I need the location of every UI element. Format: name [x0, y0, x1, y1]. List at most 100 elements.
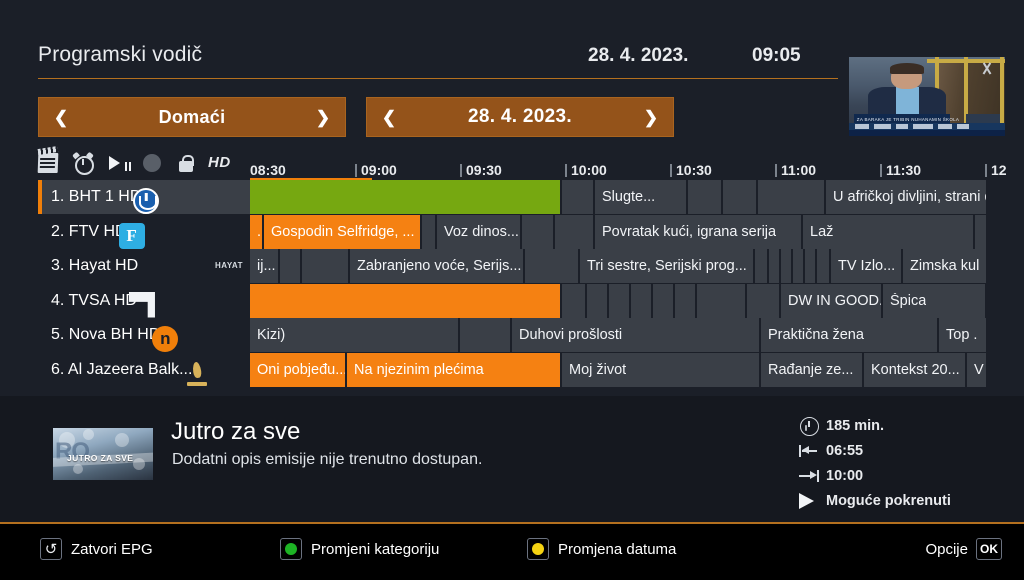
program-block[interactable]: [675, 283, 697, 318]
selection-accent-bar: [38, 249, 42, 283]
program-block[interactable]: [781, 249, 793, 283]
metadata-row: Moguće pokrenuti: [798, 488, 1024, 513]
program-block[interactable]: .: [250, 214, 264, 249]
channel-cell[interactable]: 6. Al Jazeera Balk...: [38, 353, 250, 387]
program-block[interactable]: [747, 283, 781, 318]
end-time-icon: [798, 466, 826, 486]
program-block[interactable]: Moj život: [562, 352, 761, 387]
program-block[interactable]: [769, 249, 781, 283]
program-block-title: Praktična žena: [768, 327, 864, 343]
grid-row: 2. FTV HD. Gospodin Selfridge, ... Voz din…: [38, 214, 1024, 249]
channel-cell[interactable]: 5. Nova BH HD: [38, 318, 250, 352]
grid-row: 6. Al Jazeera Balk... Oni pobjeđu... Na nj…: [38, 352, 1024, 387]
program-block[interactable]: [525, 249, 580, 283]
program-block[interactable]: [653, 283, 675, 318]
program-block[interactable]: Rađanje ze...: [761, 352, 864, 387]
thumb-title-overlay: JUTRO ZA SVE: [67, 453, 134, 463]
epg-screen: Programski vodič 28. 4. 2023. 09:05 ZA B…: [0, 0, 1024, 580]
program-block[interactable]: Voz dinos...: [437, 214, 522, 249]
program-block[interactable]: Oni pobjeđu...: [250, 352, 347, 387]
program-block-title: TV Izlo...: [838, 258, 896, 274]
arrow-head: [802, 446, 809, 454]
program-block[interactable]: Tri sestre, Serijski prog...: [580, 249, 755, 283]
preview-chip: [937, 124, 952, 130]
program-block[interactable]: [422, 214, 437, 249]
program-block[interactable]: [758, 180, 826, 214]
program-block[interactable]: [805, 249, 817, 283]
program-block[interactable]: [697, 283, 747, 318]
program-block[interactable]: [555, 214, 595, 249]
preview-person-hair: [889, 63, 924, 74]
channel-cell[interactable]: 1. BHT 1 HD: [38, 180, 250, 214]
program-block[interactable]: [817, 249, 831, 283]
program-block[interactable]: [755, 249, 769, 283]
timeline-tick: 10:30: [670, 162, 712, 178]
program-block[interactable]: [562, 283, 587, 318]
program-block[interactable]: [793, 249, 805, 283]
program-block-title: Gospodin Selfridge, ...: [271, 223, 415, 240]
program-block[interactable]: Laž: [803, 214, 975, 249]
channel-cell[interactable]: 2. FTV HD: [38, 215, 250, 249]
program-block[interactable]: Na njezinim plećima: [347, 352, 562, 387]
program-block[interactable]: [250, 180, 562, 214]
options-button[interactable]: Opcije: [925, 538, 1002, 560]
timeline-tick-mark: [985, 164, 987, 177]
thumb-bokeh: [115, 433, 129, 447]
program-block[interactable]: [562, 180, 595, 214]
change-date-button[interactable]: Promjena datuma: [527, 538, 676, 560]
hd-badge: HD: [208, 154, 231, 171]
program-title: Jutro za sve: [171, 418, 301, 445]
channel-cell[interactable]: 3. Hayat HD HAYAT: [38, 249, 250, 283]
preview-strip-lower: [849, 129, 1005, 136]
program-block[interactable]: [522, 214, 555, 249]
program-block[interactable]: [250, 283, 562, 318]
program-block[interactable]: ij...: [250, 249, 280, 283]
category-next-icon[interactable]: ❯: [301, 109, 345, 126]
program-block[interactable]: [460, 318, 512, 352]
date-selector[interactable]: ❮ 28. 4. 2023. ❯: [366, 97, 674, 137]
program-block[interactable]: Kontekst 20...: [864, 352, 967, 387]
program-lane: Oni pobjeđu... Na njezinim plećima Moj živ…: [250, 352, 1024, 387]
metadata-row: 06:55: [798, 438, 1024, 463]
program-block[interactable]: [631, 283, 653, 318]
program-block[interactable]: Špica: [883, 283, 987, 318]
alarm-icon: [72, 151, 94, 175]
selection-accent-bar: [38, 353, 42, 387]
metadata-value: 185 min.: [826, 417, 885, 434]
program-block[interactable]: [302, 249, 350, 283]
date-prev-icon[interactable]: ❮: [367, 109, 411, 126]
program-block[interactable]: [688, 180, 723, 214]
live-video-preview[interactable]: ZA BARAKA JE TRIBIN NUHANAMIN ŠKOLA: [849, 57, 1005, 136]
channel-name: 6. Al Jazeera Balk...: [51, 360, 193, 378]
program-block[interactable]: [587, 283, 609, 318]
metadata-value: Moguće pokrenuti: [826, 492, 951, 509]
channel-cell[interactable]: 4. TVSA HD: [38, 284, 250, 318]
program-thumbnail: RO JUTRO ZA SVE: [53, 428, 153, 480]
program-block-title: Duhovi prošlosti: [519, 327, 623, 343]
program-block-title: Kontekst 20...: [871, 361, 960, 378]
program-block[interactable]: Gospodin Selfridge, ...: [264, 214, 422, 249]
program-block[interactable]: [609, 283, 631, 318]
green-dot-icon: [280, 538, 302, 560]
program-block[interactable]: Zabranjeno voće, Serijs...: [350, 249, 525, 283]
program-block[interactable]: Kizi): [250, 318, 460, 352]
timeline-tick: 08:30: [250, 162, 286, 178]
change-category-button[interactable]: Promjeni kategoriju: [280, 538, 439, 560]
timeline-tick: 11:30: [880, 162, 921, 178]
program-block[interactable]: Duhovi prošlosti: [512, 318, 761, 352]
program-block-title: U afričkoj divljini, strani d...: [833, 189, 1005, 205]
preview-chip: [895, 124, 909, 130]
program-block[interactable]: DW IN GOOD...: [781, 283, 883, 318]
close-epg-button[interactable]: Zatvori EPG: [40, 538, 153, 560]
timeline-tick: 11:00: [775, 162, 816, 178]
category-selector[interactable]: ❮ Domaći ❯: [38, 97, 346, 137]
program-block-title: DW IN GOOD...: [788, 292, 881, 309]
program-block[interactable]: TV Izlo...: [831, 249, 903, 283]
program-block[interactable]: Slugte...: [595, 180, 688, 214]
program-block[interactable]: Povratak kući, igrana serija: [595, 214, 803, 249]
program-block[interactable]: Praktična žena: [761, 318, 939, 352]
program-block[interactable]: [723, 180, 758, 214]
program-block[interactable]: [280, 249, 302, 283]
category-prev-icon[interactable]: ❮: [39, 109, 83, 126]
date-next-icon[interactable]: ❯: [629, 109, 673, 126]
